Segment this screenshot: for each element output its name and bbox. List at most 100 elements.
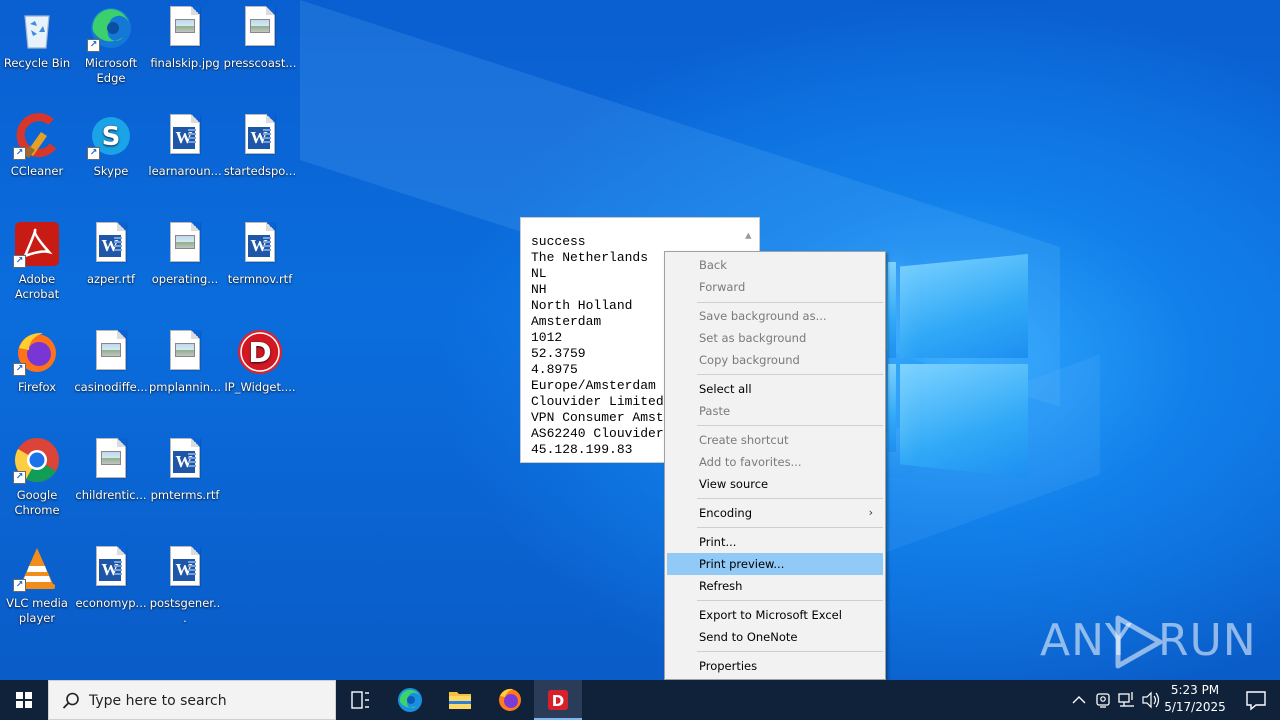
- menu-item-properties[interactable]: Properties: [667, 655, 883, 677]
- volume-icon[interactable]: [1140, 680, 1162, 720]
- desktop-icon-operating[interactable]: operating...: [148, 220, 222, 287]
- scroll-up-icon[interactable]: ▲: [745, 232, 755, 243]
- image-icon: [161, 328, 209, 376]
- firefox-icon: ↗: [13, 328, 61, 376]
- desktop-icon-label: CCleaner: [10, 164, 64, 178]
- desktop-icon-label: Firefox: [17, 380, 57, 394]
- taskbar-edge[interactable]: [386, 680, 434, 720]
- desktop-icon-ccleaner[interactable]: ↗ CCleaner: [0, 112, 74, 179]
- menu-item-add-favorites[interactable]: Add to favorites...: [667, 451, 883, 473]
- desktop-icon-label: Recycle Bin: [3, 56, 71, 70]
- desktop-icon-label: pmplannin...: [148, 380, 222, 394]
- menu-item-print[interactable]: Print...: [667, 531, 883, 553]
- menu-item-back[interactable]: Back: [667, 254, 883, 276]
- text-line: 1012: [531, 330, 563, 345]
- menu-item-view-source[interactable]: View source: [667, 473, 883, 495]
- desktop-icon-casinodiffe[interactable]: casinodiffe...: [74, 328, 148, 395]
- menu-item-paste[interactable]: Paste: [667, 400, 883, 422]
- desktop-icon-recycle-bin[interactable]: Recycle Bin: [0, 4, 74, 71]
- desktop-icon-label: Google Chrome: [14, 488, 60, 517]
- desktop-icon-label: economyp...: [75, 596, 147, 610]
- shortcut-arrow-icon: ↗: [13, 579, 26, 592]
- image-icon: [161, 220, 209, 268]
- text-line: Amsterdam: [531, 314, 602, 329]
- action-center-button[interactable]: [1232, 680, 1280, 720]
- notification-icon: [1246, 691, 1266, 711]
- chevron-right-icon: ›: [868, 506, 873, 519]
- taskbar-clock[interactable]: 5:23 PM 5/17/2025: [1160, 682, 1230, 716]
- menu-separator: [697, 425, 883, 426]
- desktop-icon-economyp[interactable]: Weconomyp...: [74, 544, 148, 611]
- desktop-icon-label: finalskip.jpg: [150, 56, 220, 70]
- taskbar-firefox[interactable]: [486, 680, 534, 720]
- desktop-icon-learnaroun[interactable]: Wlearnaroun...: [148, 112, 222, 179]
- shortcut-arrow-icon: ↗: [13, 255, 26, 268]
- menu-item-create-shortcut[interactable]: Create shortcut: [667, 429, 883, 451]
- text-line: North Holland: [531, 298, 633, 313]
- menu-item-select-all[interactable]: Select all: [667, 378, 883, 400]
- desktop-icon-startedspo[interactable]: Wstartedspo...: [223, 112, 297, 179]
- desktop-icon-microsoft-edge[interactable]: ↗ Microsoft Edge: [74, 4, 148, 86]
- desktop-icon-childrentic[interactable]: childrentic...: [74, 436, 148, 503]
- desktop-icon-firefox[interactable]: ↗ Firefox: [0, 328, 74, 395]
- menu-item-save-background[interactable]: Save background as...: [667, 305, 883, 327]
- clock-date: 5/17/2025: [1164, 700, 1226, 714]
- menu-item-export-excel[interactable]: Export to Microsoft Excel: [667, 604, 883, 626]
- vlc-icon: ↗: [13, 544, 61, 592]
- desktop-icon-adobe-acrobat[interactable]: ↗ Adobe Acrobat: [0, 220, 74, 302]
- chevron-up-icon[interactable]: [1068, 680, 1090, 720]
- task-view-icon: [351, 691, 369, 709]
- svg-text:S: S: [102, 122, 121, 152]
- menu-item-copy-background[interactable]: Copy background: [667, 349, 883, 371]
- start-button[interactable]: [0, 680, 48, 720]
- svg-text:D: D: [248, 336, 271, 369]
- text-line: NH: [531, 282, 547, 297]
- text-line: VPN Consumer Amst: [531, 410, 664, 425]
- desktop-icon-vlc-media-player[interactable]: ↗ VLC media player: [0, 544, 74, 626]
- text-line: 4.8975: [531, 362, 578, 377]
- desktop-icon-azper-rtf[interactable]: Wazper.rtf: [74, 220, 148, 287]
- chrome-icon: ↗: [13, 436, 61, 484]
- desktop-icon-presscoast[interactable]: presscoast...: [223, 4, 297, 71]
- shortcut-arrow-icon: ↗: [87, 147, 100, 160]
- desktop-icon-termnov-rtf[interactable]: Wtermnov.rtf: [223, 220, 297, 287]
- image-icon: [161, 4, 209, 52]
- image-icon: [87, 436, 135, 484]
- desktop-icon-postsgener[interactable]: Wpostsgener...: [148, 544, 222, 626]
- menu-item-print-preview[interactable]: Print preview...: [667, 553, 883, 575]
- search-icon: [62, 692, 79, 709]
- menu-separator: [697, 498, 883, 499]
- edge-icon: [398, 688, 422, 712]
- desktop-icon-label: childrentic...: [75, 488, 147, 502]
- menu-item-encoding[interactable]: Encoding ›: [667, 502, 883, 524]
- desktop-icon-label: learnaroun...: [148, 164, 222, 178]
- context-menu: Back Forward Save background as... Set a…: [664, 251, 886, 680]
- taskbar-file-explorer[interactable]: [436, 680, 484, 720]
- windows-logo-wallpaper: [888, 240, 1030, 480]
- menu-item-set-background[interactable]: Set as background: [667, 327, 883, 349]
- menu-item-forward[interactable]: Forward: [667, 276, 883, 298]
- desktop-icon-pmplannin[interactable]: pmplannin...: [148, 328, 222, 395]
- svg-text:D: D: [552, 692, 564, 710]
- network-icon[interactable]: [1116, 680, 1138, 720]
- taskbar-ip-widget[interactable]: D: [534, 680, 582, 720]
- text-line: Clouvider Limited: [531, 394, 664, 409]
- desktop-icon-ip-widget[interactable]: D IP_Widget....: [223, 328, 297, 395]
- menu-separator: [697, 600, 883, 601]
- word-icon: W: [87, 544, 135, 592]
- device-icon[interactable]: [1092, 680, 1114, 720]
- desktop-icon-finalskip-jpg[interactable]: finalskip.jpg: [148, 4, 222, 71]
- menu-item-refresh[interactable]: Refresh: [667, 575, 883, 597]
- menu-item-send-onenote[interactable]: Send to OneNote: [667, 626, 883, 648]
- desktop-icon-skype[interactable]: S ↗ Skype: [74, 112, 148, 179]
- edge-icon: ↗: [87, 4, 135, 52]
- word-icon: W: [236, 112, 284, 160]
- desktop-icon-label: presscoast...: [223, 56, 297, 70]
- desktop-icon-pmterms-rtf[interactable]: Wpmterms.rtf: [148, 436, 222, 503]
- menu-item-encoding-label: Encoding: [699, 506, 752, 520]
- taskbar-search-box[interactable]: Type here to search: [48, 680, 336, 720]
- word-icon: W: [87, 220, 135, 268]
- task-view-button[interactable]: [336, 680, 384, 720]
- desktop-icon-google-chrome[interactable]: ↗ Google Chrome: [0, 436, 74, 518]
- ccleaner-icon: ↗: [13, 112, 61, 160]
